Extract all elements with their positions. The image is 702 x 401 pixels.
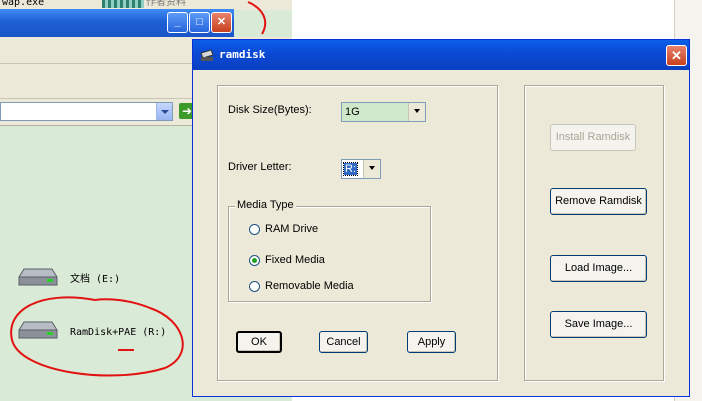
chevron-down-icon [363, 160, 380, 178]
fixed-media-radio[interactable] [249, 255, 260, 266]
dialog-title: ramdisk [219, 48, 266, 61]
ramdisk-dialog: ramdisk ✕ Disk Size(Bytes): 1G Driver Le… [192, 39, 690, 397]
chevron-down-icon [408, 103, 425, 121]
disk-size-select[interactable]: 1G [341, 102, 426, 122]
load-image-button[interactable]: Load Image... [550, 255, 647, 282]
fixed-media-label: Fixed Media [265, 254, 325, 266]
ram-drive-radio[interactable] [249, 224, 260, 235]
ram-drive-label: RAM Drive [265, 223, 319, 235]
driver-letter-value: R: [343, 162, 358, 176]
driver-letter-label: Driver Letter: [228, 161, 292, 173]
cancel-button[interactable]: Cancel [319, 331, 368, 353]
disk-size-value: 1G [345, 106, 360, 118]
dialog-close-button[interactable]: ✕ [666, 45, 687, 66]
disk-size-label: Disk Size(Bytes): [228, 104, 312, 116]
media-type-legend: Media Type [235, 199, 296, 211]
save-image-button[interactable]: Save Image... [550, 311, 647, 338]
removable-media-radio[interactable] [249, 281, 260, 292]
apply-button[interactable]: Apply [407, 331, 456, 353]
install-ramdisk-button[interactable]: Install Ramdisk [550, 124, 636, 151]
removable-media-label: Removable Media [265, 280, 354, 292]
remove-ramdisk-button[interactable]: Remove Ramdisk [550, 188, 647, 215]
app-icon [200, 49, 214, 61]
dialog-title-bar: ramdisk ✕ [193, 40, 689, 70]
ok-button[interactable]: OK [236, 331, 282, 353]
driver-letter-select[interactable]: R: [341, 159, 381, 179]
